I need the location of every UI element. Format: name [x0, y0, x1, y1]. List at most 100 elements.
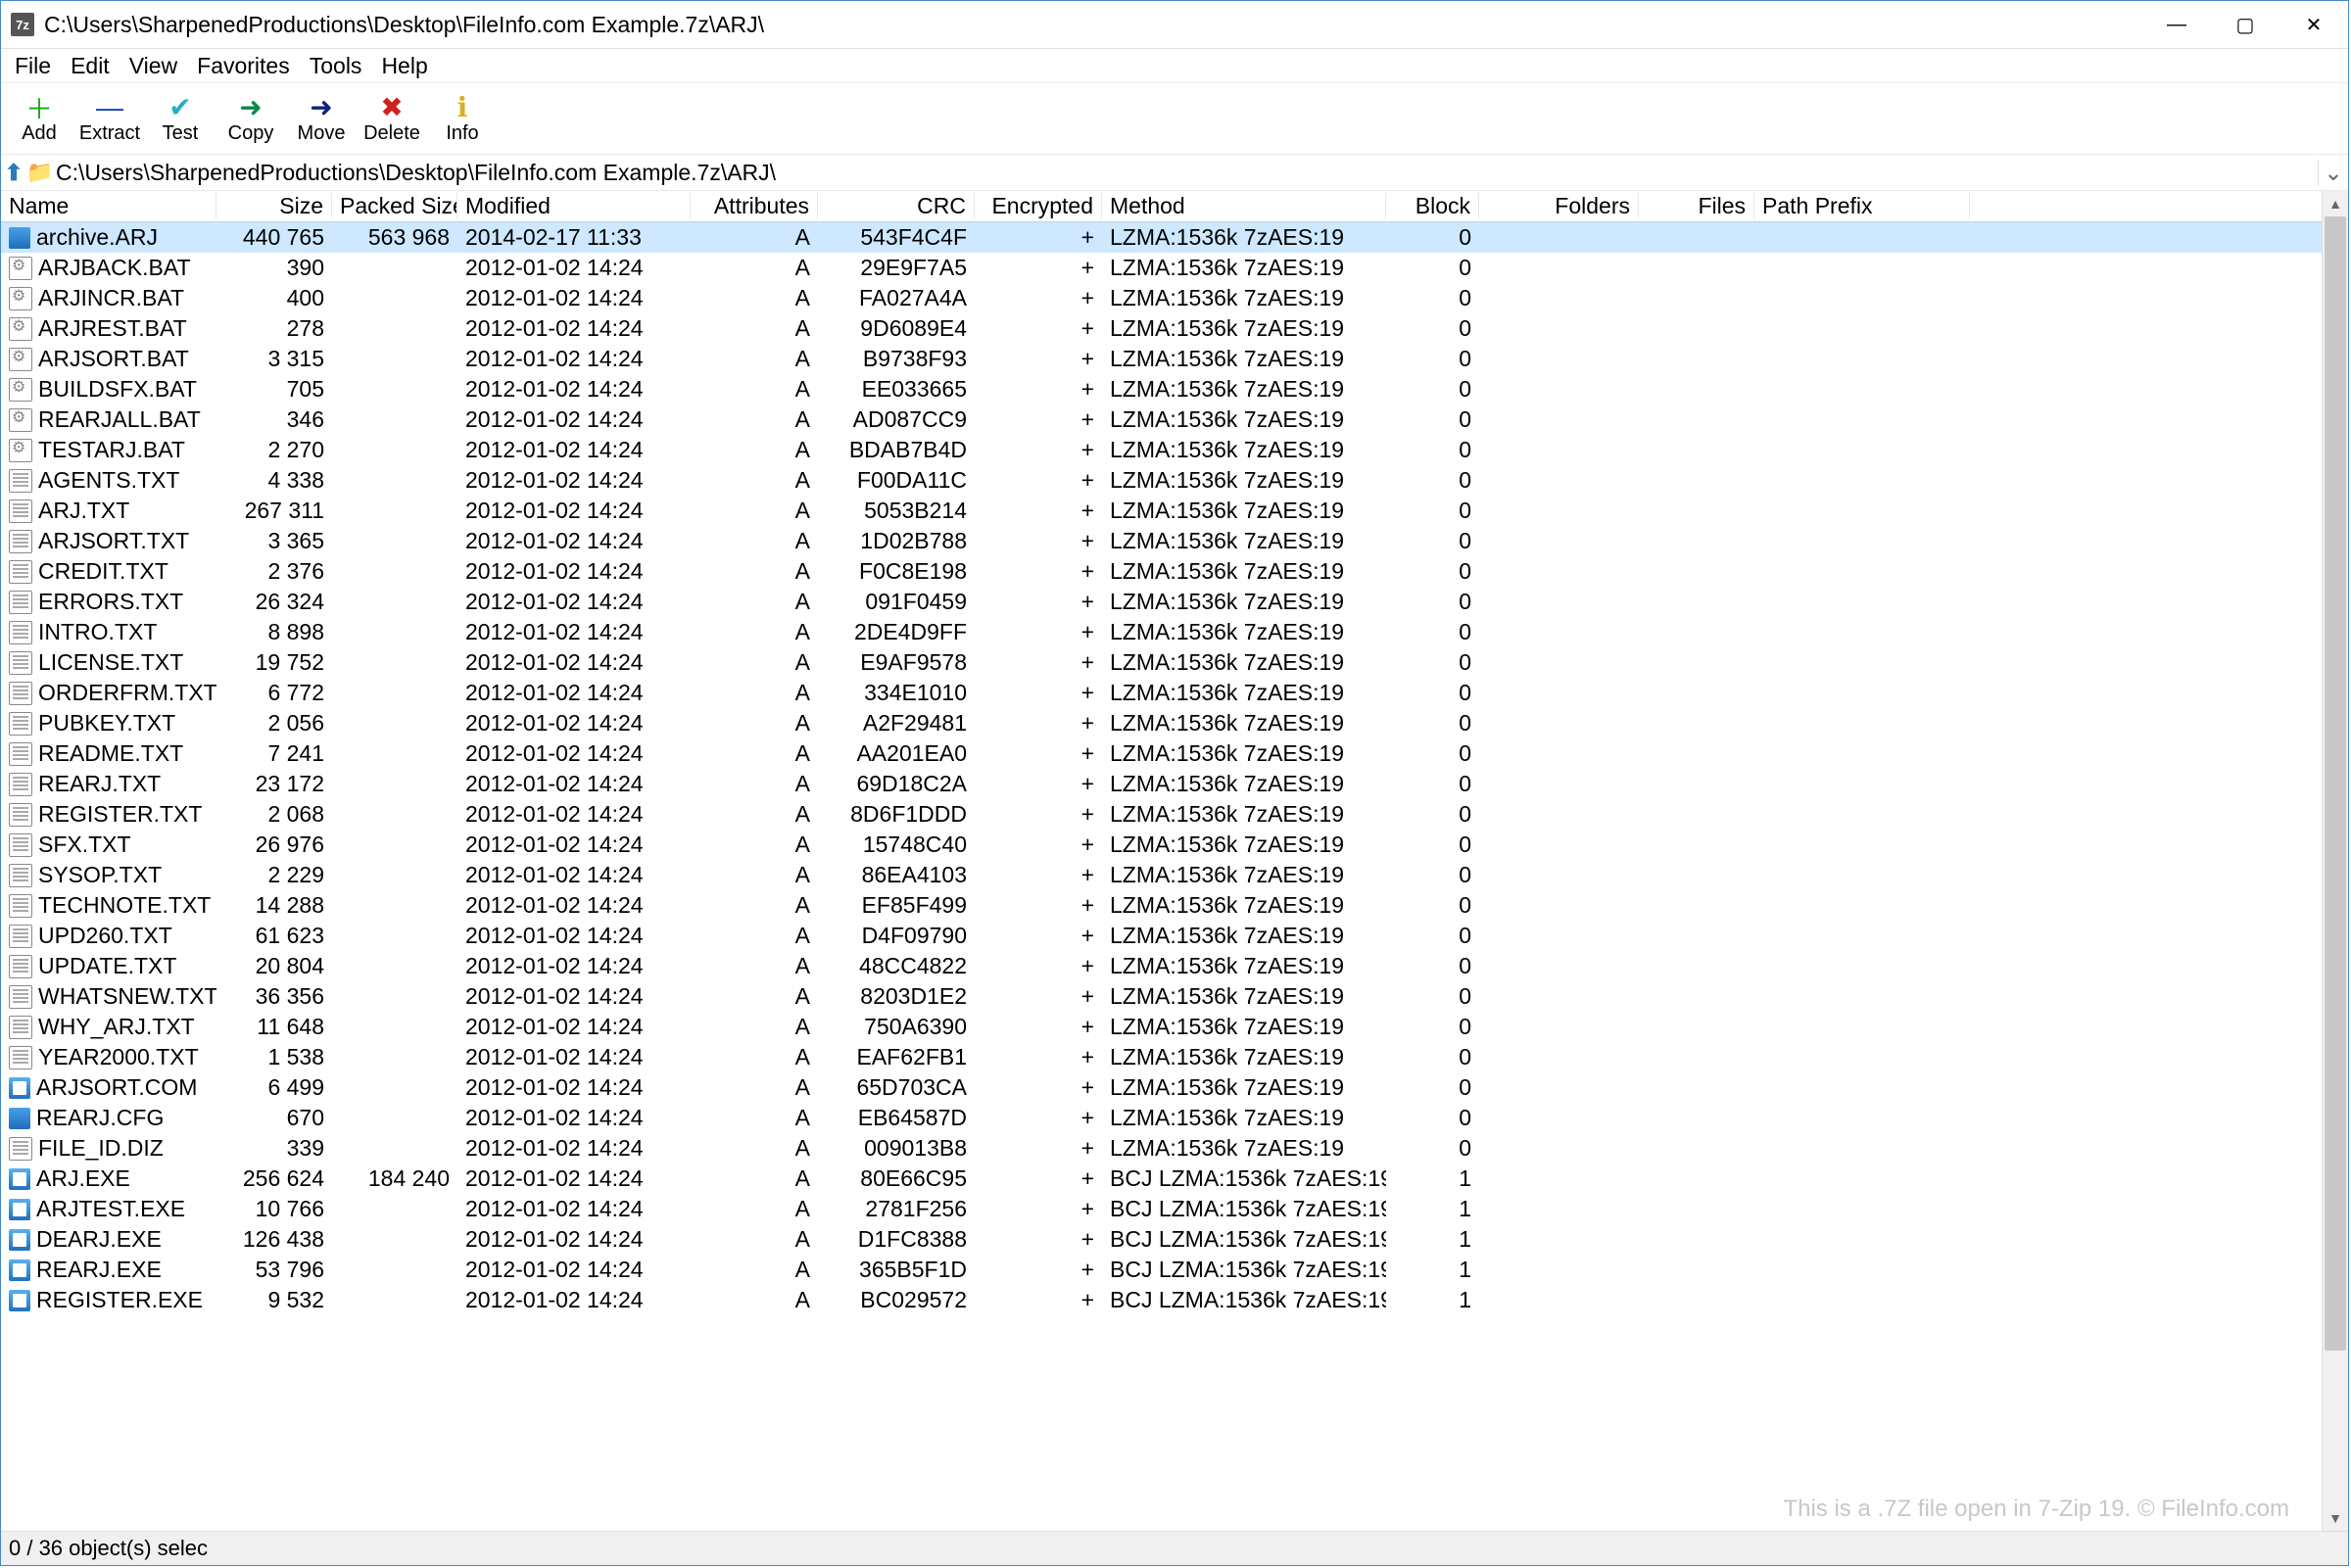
file-row[interactable]: SFX.TXT26 9762012-01-02 14:24A15748C40+L…	[1, 830, 2322, 860]
file-row[interactable]: REARJALL.BAT3462012-01-02 14:24AAD087CC9…	[1, 404, 2322, 435]
file-row[interactable]: ARJSORT.TXT3 3652012-01-02 14:24A1D02B78…	[1, 526, 2322, 556]
minimize-button[interactable]: —	[2142, 1, 2211, 48]
col-method[interactable]: Method	[1102, 193, 1386, 219]
file-block: 1	[1386, 1287, 1479, 1313]
file-row[interactable]: WHATSNEW.TXT36 3562012-01-02 14:24A8203D…	[1, 981, 2322, 1012]
toolbar-move-button[interactable]: ➜Move	[289, 90, 354, 147]
file-name: UPD260.TXT	[38, 923, 172, 949]
file-row[interactable]: REGISTER.TXT2 0682012-01-02 14:24A8D6F1D…	[1, 799, 2322, 830]
file-size: 2 056	[216, 710, 332, 736]
toolbar-delete-button[interactable]: ✖Delete	[360, 90, 424, 147]
file-name: DEARJ.EXE	[36, 1226, 162, 1253]
file-size: 2 270	[216, 437, 332, 463]
maximize-button[interactable]: ▢	[2211, 1, 2279, 48]
col-folders[interactable]: Folders	[1479, 193, 1639, 219]
address-input[interactable]: C:\Users\SharpenedProductions\Desktop\Fi…	[52, 158, 2318, 188]
menu-view[interactable]: View	[120, 50, 187, 82]
menu-file[interactable]: File	[5, 50, 61, 82]
toolbar-info-button[interactable]: ℹInfo	[430, 90, 495, 147]
file-row[interactable]: LICENSE.TXT19 7522012-01-02 14:24AE9AF95…	[1, 647, 2322, 678]
col-modified[interactable]: Modified	[457, 193, 691, 219]
menu-help[interactable]: Help	[371, 50, 437, 82]
file-row[interactable]: SYSOP.TXT2 2292012-01-02 14:24A86EA4103+…	[1, 860, 2322, 890]
file-row[interactable]: ARJTEST.EXE10 7662012-01-02 14:24A2781F2…	[1, 1194, 2322, 1224]
file-row[interactable]: ARJSORT.BAT3 3152012-01-02 14:24AB9738F9…	[1, 344, 2322, 374]
file-row[interactable]: TECHNOTE.TXT14 2882012-01-02 14:24AEF85F…	[1, 890, 2322, 921]
up-icon[interactable]: ⬆	[1, 160, 26, 186]
file-row[interactable]: REGISTER.EXE9 5322012-01-02 14:24ABC0295…	[1, 1285, 2322, 1315]
file-table: Name Size Packed Size Modified Attribute…	[1, 191, 2322, 1531]
file-row[interactable]: TESTARJ.BAT2 2702012-01-02 14:24ABDAB7B4…	[1, 435, 2322, 465]
toolbar-test-button[interactable]: ✔Test	[148, 90, 213, 147]
file-row[interactable]: REARJ.CFG6702012-01-02 14:24AEB64587D+LZ…	[1, 1103, 2322, 1133]
file-row[interactable]: REARJ.TXT23 1722012-01-02 14:24A69D18C2A…	[1, 769, 2322, 799]
col-block[interactable]: Block	[1386, 193, 1479, 219]
file-block: 0	[1386, 255, 1479, 281]
menu-favorites[interactable]: Favorites	[187, 50, 300, 82]
scroll-up-icon[interactable]: ▲	[2323, 191, 2348, 216]
file-method: LZMA:1536k 7zAES:19	[1102, 1105, 1386, 1131]
file-encrypted: +	[975, 1196, 1102, 1222]
file-row[interactable]: ORDERFRM.TXT6 7722012-01-02 14:24A334E10…	[1, 678, 2322, 708]
add-icon: ＋	[25, 93, 53, 122]
file-attr: A	[691, 1135, 818, 1162]
file-row[interactable]: BUILDSFX.BAT7052012-01-02 14:24AEE033665…	[1, 374, 2322, 404]
file-row[interactable]: AGENTS.TXT4 3382012-01-02 14:24AF00DA11C…	[1, 465, 2322, 496]
file-row[interactable]: ARJSORT.COM6 4992012-01-02 14:24A65D703C…	[1, 1072, 2322, 1103]
file-row[interactable]: PUBKEY.TXT2 0562012-01-02 14:24AA2F29481…	[1, 708, 2322, 738]
file-method: LZMA:1536k 7zAES:19	[1102, 437, 1386, 463]
titlebar[interactable]: 7z C:\Users\SharpenedProductions\Desktop…	[1, 1, 2348, 49]
file-row[interactable]: REARJ.EXE53 7962012-01-02 14:24A365B5F1D…	[1, 1255, 2322, 1285]
scroll-thumb[interactable]	[2325, 216, 2346, 1351]
file-attr: A	[691, 801, 818, 828]
col-packed[interactable]: Packed Size	[332, 193, 457, 219]
file-row[interactable]: DEARJ.EXE126 4382012-01-02 14:24AD1FC838…	[1, 1224, 2322, 1255]
vertical-scrollbar[interactable]: ▲ ▼	[2322, 191, 2348, 1531]
file-row[interactable]: YEAR2000.TXT1 5382012-01-02 14:24AEAF62F…	[1, 1042, 2322, 1072]
file-row[interactable]: ARJINCR.BAT4002012-01-02 14:24AFA027A4A+…	[1, 283, 2322, 313]
file-attr: A	[691, 619, 818, 645]
file-row[interactable]: ARJBACK.BAT3902012-01-02 14:24A29E9F7A5+…	[1, 253, 2322, 283]
file-row[interactable]: ARJ.TXT267 3112012-01-02 14:24A5053B214+…	[1, 496, 2322, 526]
col-size[interactable]: Size	[216, 193, 332, 219]
col-encrypted[interactable]: Encrypted	[975, 193, 1102, 219]
menu-tools[interactable]: Tools	[300, 50, 372, 82]
file-row[interactable]: FILE_ID.DIZ3392012-01-02 14:24A009013B8+…	[1, 1133, 2322, 1164]
file-row[interactable]: ERRORS.TXT26 3242012-01-02 14:24A091F045…	[1, 587, 2322, 617]
file-row[interactable]: CREDIT.TXT2 3762012-01-02 14:24AF0C8E198…	[1, 556, 2322, 587]
close-button[interactable]: ✕	[2279, 1, 2348, 48]
window-title: C:\Users\SharpenedProductions\Desktop\Fi…	[44, 12, 2142, 38]
file-packed: 184 240	[332, 1165, 457, 1192]
file-row[interactable]: INTRO.TXT8 8982012-01-02 14:24A2DE4D9FF+…	[1, 617, 2322, 647]
file-icon	[9, 682, 32, 705]
file-row[interactable]: WHY_ARJ.TXT11 6482012-01-02 14:24A750A63…	[1, 1012, 2322, 1042]
file-icon	[9, 894, 32, 918]
toolbar-copy-button[interactable]: ➜Copy	[218, 90, 283, 147]
file-row[interactable]: UPDATE.TXT20 8042012-01-02 14:24A48CC482…	[1, 951, 2322, 981]
scroll-down-icon[interactable]: ▼	[2323, 1505, 2348, 1531]
file-row[interactable]: README.TXT7 2412012-01-02 14:24AAA201EA0…	[1, 738, 2322, 769]
file-block: 1	[1386, 1257, 1479, 1283]
file-crc: F0C8E198	[818, 558, 975, 585]
col-attributes[interactable]: Attributes	[691, 193, 818, 219]
col-name[interactable]: Name	[1, 193, 216, 219]
file-modified: 2012-01-02 14:24	[457, 892, 691, 919]
file-crc: AD087CC9	[818, 406, 975, 433]
file-row[interactable]: ARJ.EXE256 624184 2402012-01-02 14:24A80…	[1, 1164, 2322, 1194]
file-row[interactable]: ARJREST.BAT2782012-01-02 14:24A9D6089E4+…	[1, 313, 2322, 344]
file-modified: 2012-01-02 14:24	[457, 710, 691, 736]
file-row[interactable]: UPD260.TXT61 6232012-01-02 14:24AD4F0979…	[1, 921, 2322, 951]
file-row[interactable]: archive.ARJ440 765563 9682014-02-17 11:3…	[1, 222, 2322, 253]
address-dropdown-icon[interactable]: ⌄	[2318, 160, 2348, 186]
toolbar-extract-button[interactable]: —Extract	[77, 90, 142, 147]
toolbar-add-button[interactable]: ＋Add	[7, 90, 72, 147]
col-files[interactable]: Files	[1639, 193, 1754, 219]
file-name: REARJALL.BAT	[38, 406, 201, 433]
file-size: 670	[216, 1105, 332, 1131]
file-size: 26 976	[216, 832, 332, 858]
file-icon	[9, 257, 32, 280]
col-prefix[interactable]: Path Prefix	[1754, 193, 1970, 219]
menu-edit[interactable]: Edit	[61, 50, 120, 82]
file-encrypted: +	[975, 619, 1102, 645]
col-crc[interactable]: CRC	[818, 193, 975, 219]
